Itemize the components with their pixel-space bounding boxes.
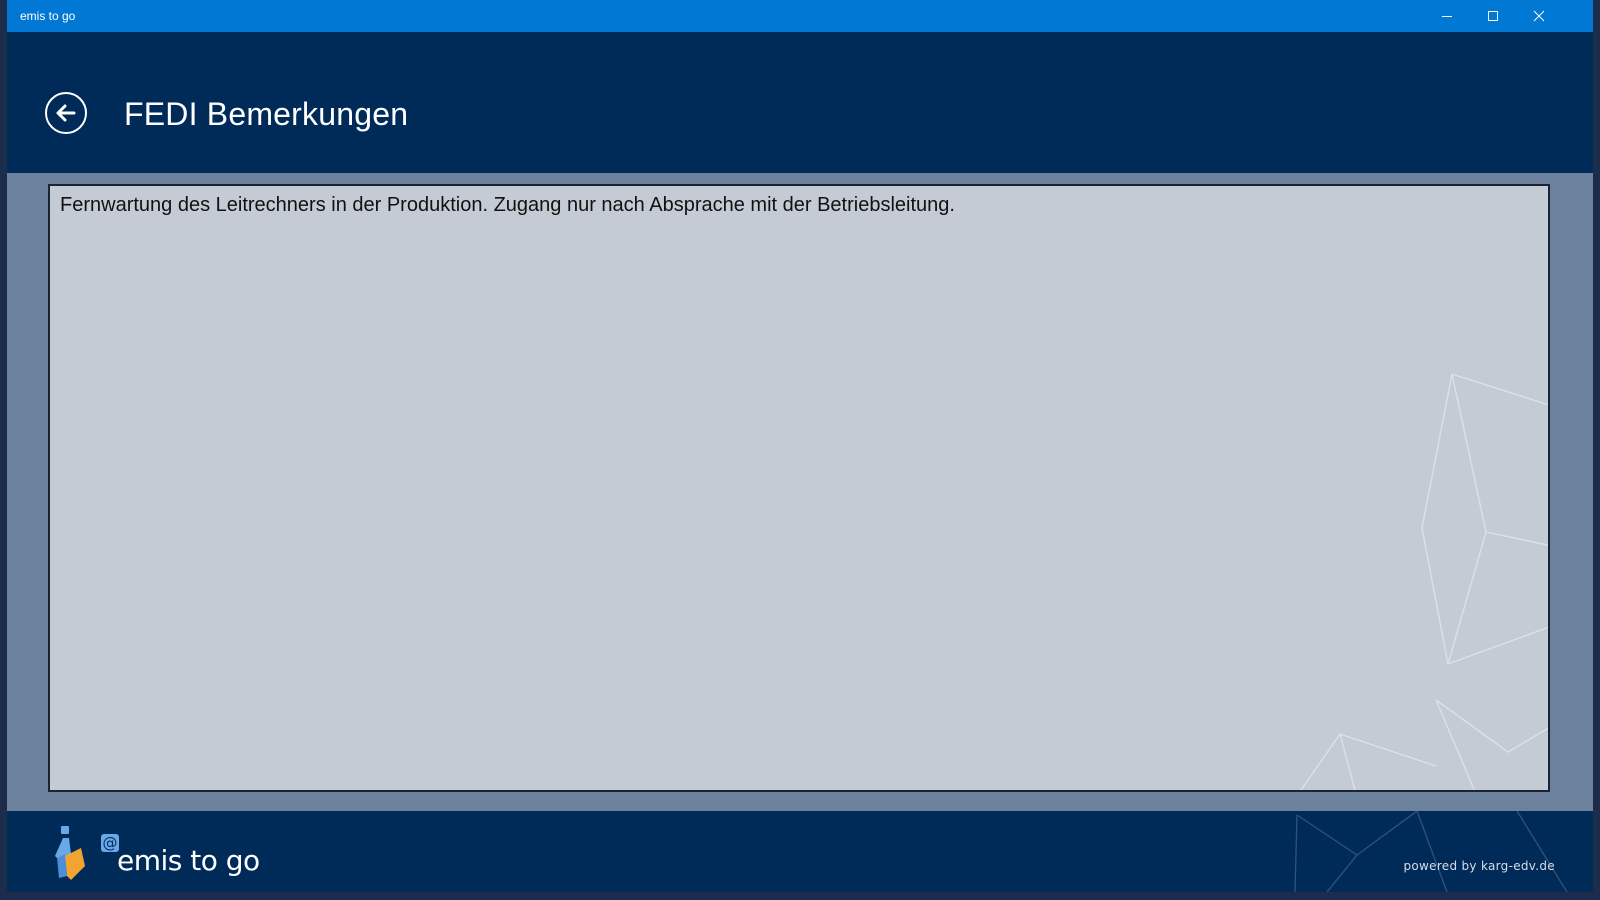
brand-logo: @ [49,826,119,886]
emis-logo-icon: @ [55,826,119,880]
brand-name: emis to go [117,844,260,877]
svg-text:@: @ [103,834,118,852]
minimize-button[interactable] [1424,0,1470,32]
notes-textbox[interactable]: Fernwartung des Leitrechners in der Prod… [48,184,1550,792]
powered-by-text: powered by karg-edv.de [1403,859,1555,873]
app-window: emis to go FEDI Bemerkungen Fernwartung … [7,0,1593,892]
content-area: Fernwartung des Leitrechners in der Prod… [7,173,1593,811]
close-icon [1533,10,1545,22]
page-header: FEDI Bemerkungen [7,32,1593,173]
back-button[interactable] [45,92,87,134]
close-button[interactable] [1516,0,1562,32]
title-bar[interactable]: emis to go [7,0,1593,32]
page-title: FEDI Bemerkungen [124,96,409,132]
footer-decoration [1294,811,1568,892]
back-arrow-icon [56,104,76,122]
maximize-button[interactable] [1470,0,1516,32]
maximize-icon [1488,11,1498,21]
footer: @ emis to go powered by karg-edv.de [7,811,1593,892]
background-decoration [1300,373,1548,790]
notes-text: Fernwartung des Leitrechners in der Prod… [60,194,955,216]
minimize-icon [1442,16,1452,17]
window-title: emis to go [20,9,76,23]
